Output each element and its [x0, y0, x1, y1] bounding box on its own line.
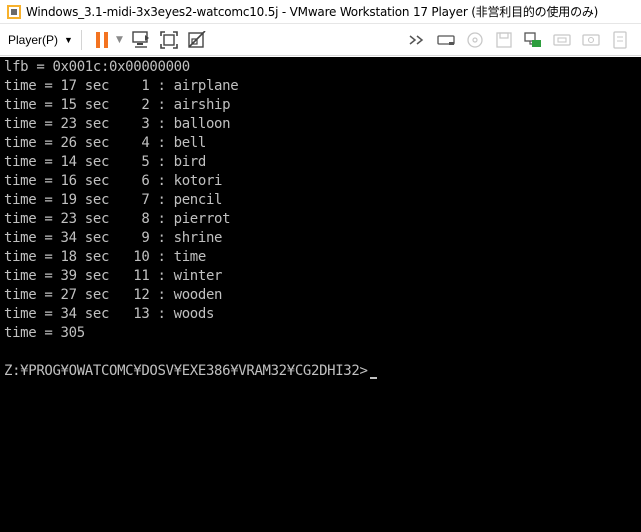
network-icon [524, 32, 541, 47]
sound-button[interactable] [579, 28, 603, 52]
chevron-down-icon: ▼ [64, 34, 73, 45]
usb-icon [553, 34, 571, 46]
console-line-6: time = 16 sec 6 : kotori [4, 173, 223, 189]
hard-disk-button[interactable] [434, 28, 458, 52]
window-title: Windows_3.1-midi-3x3eyes2-watcomc10.5j -… [26, 5, 599, 19]
usb-button[interactable] [550, 28, 574, 52]
floppy-button[interactable] [492, 28, 516, 52]
console-prompt: Z:¥PROG¥OWATCOMC¥DOSV¥EXE386¥VRAM32¥CG2D… [4, 363, 368, 379]
unity-button[interactable] [185, 28, 209, 52]
forward-icon [409, 35, 424, 45]
console-line-9: time = 34 sec 9 : shrine [4, 230, 223, 246]
toolbar: Player(P) ▼ ▼ [0, 24, 641, 56]
floppy-icon [496, 32, 512, 48]
text-cursor [369, 377, 377, 379]
hard-disk-icon [437, 35, 455, 45]
send-ctrl-alt-del-icon [132, 30, 149, 48]
fit-window-icon [160, 30, 178, 49]
send-ctrl-alt-del-button[interactable] [129, 28, 153, 52]
network-button[interactable] [521, 28, 545, 52]
console-line-7: time = 19 sec 7 : pencil [4, 192, 223, 208]
printer-button[interactable] [608, 28, 632, 52]
console-line-total: time = 305 [4, 325, 85, 341]
printer-icon [613, 31, 627, 49]
player-menu-label: Player(P) [8, 32, 59, 47]
console-line-5: time = 14 sec 5 : bird [4, 154, 206, 170]
console-line-4: time = 26 sec 4 : bell [4, 135, 206, 151]
pause-button[interactable] [90, 28, 114, 52]
chevron-down-icon[interactable]: ▼ [116, 35, 123, 45]
console-line-11: time = 39 sec 11 : winter [4, 268, 223, 284]
console-prompt-line: Z:¥PROG¥OWATCOMC¥DOSV¥EXE386¥VRAM32¥CG2D… [4, 362, 377, 381]
console-line-1: time = 17 sec 1 : airplane [4, 78, 239, 94]
console-line-13: time = 34 sec 13 : woods [4, 306, 215, 322]
fit-window-button[interactable] [157, 28, 181, 52]
cd-button[interactable] [463, 28, 487, 52]
guest-console-screen[interactable]: lfb = 0x001c:0x00000000 time = 17 sec 1 … [0, 57, 641, 532]
unity-icon [188, 30, 206, 48]
vmware-app-icon [7, 4, 21, 19]
cd-icon [467, 32, 483, 48]
console-line-8: time = 23 sec 8 : pierrot [4, 211, 231, 227]
toolbar-separator [80, 29, 82, 50]
console-line-10: time = 18 sec 10 : time [4, 249, 206, 265]
player-menu-button[interactable]: Player(P) ▼ [8, 28, 73, 52]
title-bar: Windows_3.1-midi-3x3eyes2-watcomc10.5j -… [0, 0, 641, 24]
device-toolbar [405, 28, 637, 52]
pause-icon [95, 31, 108, 48]
console-line-2: time = 15 sec 2 : airship [4, 97, 231, 113]
forward-button[interactable] [405, 28, 429, 52]
console-line-12: time = 27 sec 12 : wooden [4, 287, 223, 303]
sound-icon [582, 34, 600, 46]
console-line-lfb: lfb = 0x001c:0x00000000 [4, 59, 190, 75]
console-line-3: time = 23 sec 3 : balloon [4, 116, 231, 132]
